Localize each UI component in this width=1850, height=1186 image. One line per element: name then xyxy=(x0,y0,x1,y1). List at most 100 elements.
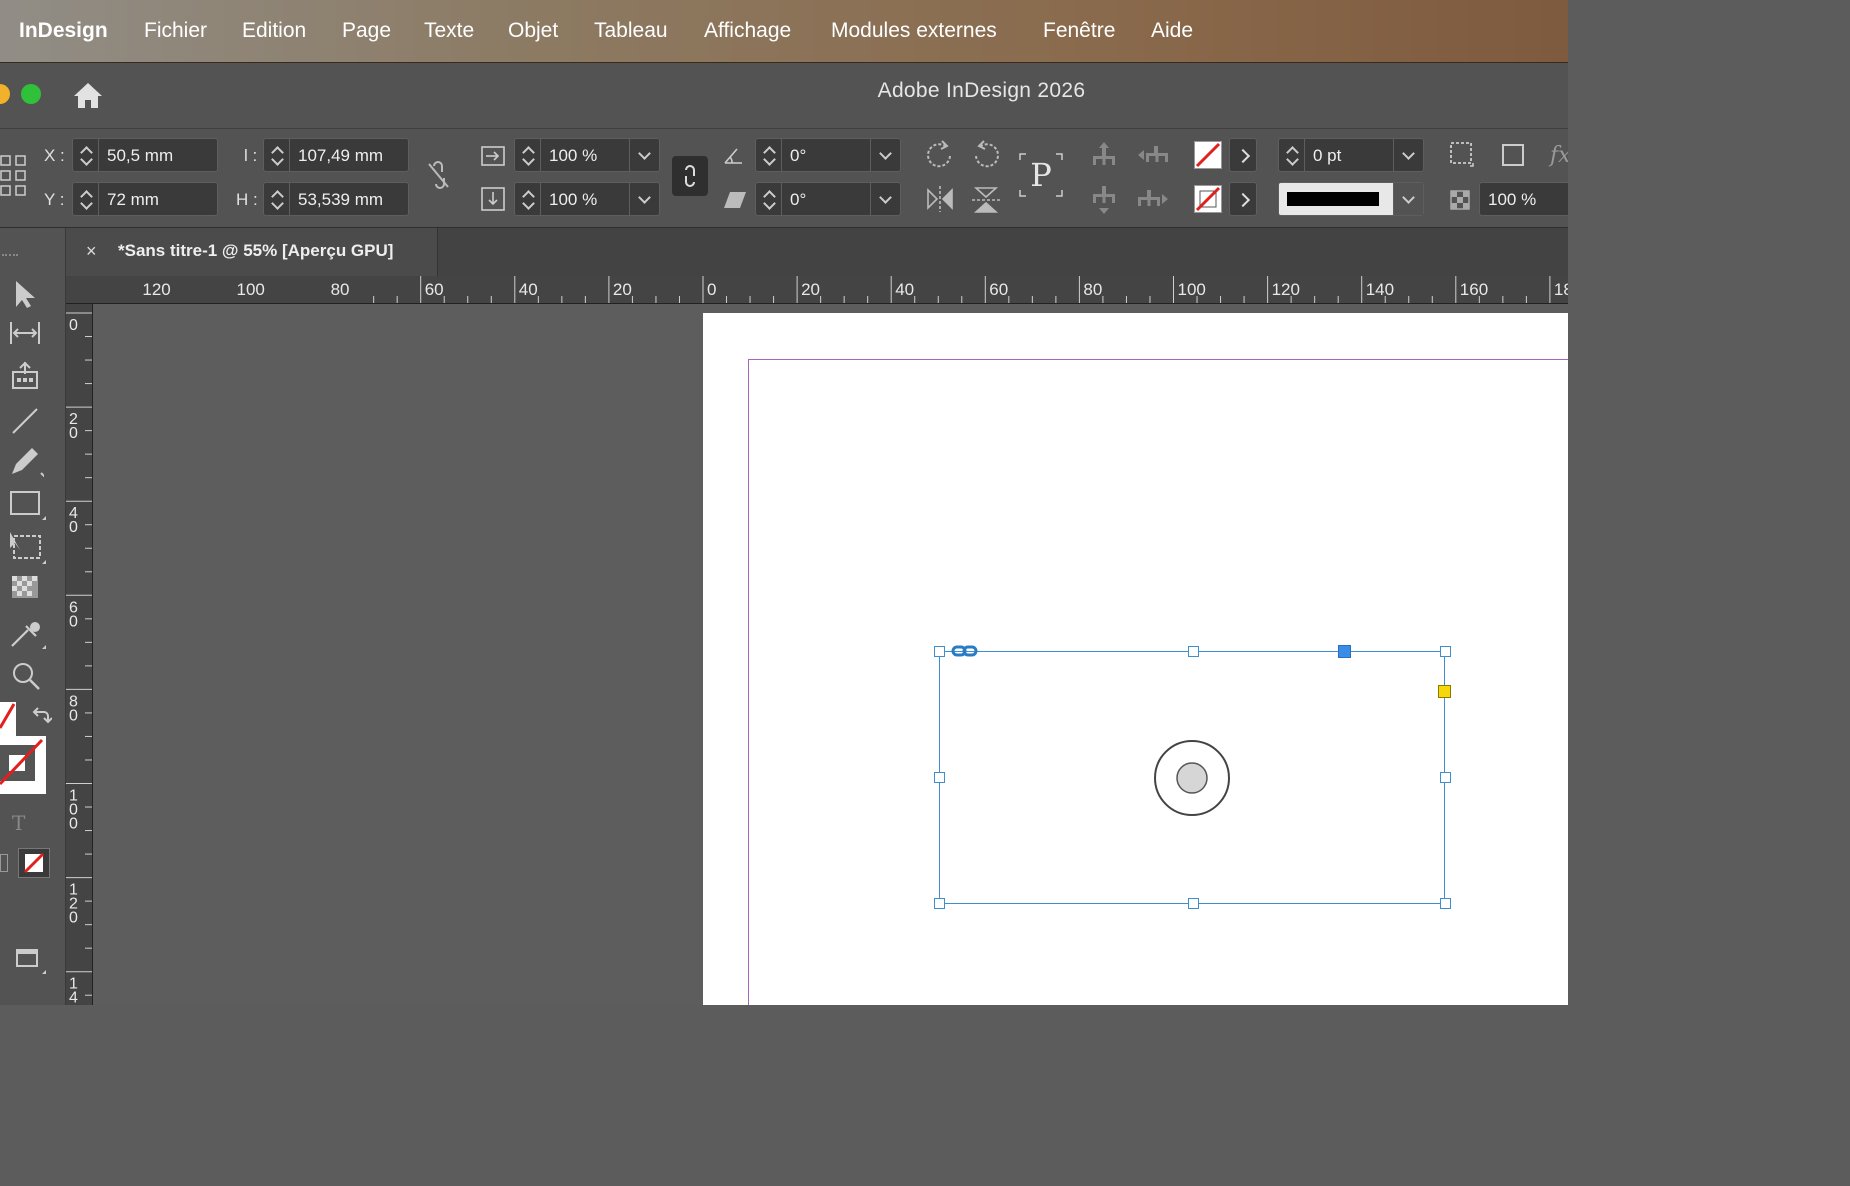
opacity-field[interactable]: 100 % xyxy=(1479,182,1568,216)
scale-y-stepper[interactable] xyxy=(515,183,541,215)
pencil-tool-icon[interactable] xyxy=(8,446,46,485)
handle-bottom-center[interactable] xyxy=(1188,898,1199,909)
reference-point-p-icon[interactable]: P xyxy=(1016,150,1066,205)
handle-bottom-right[interactable] xyxy=(1440,898,1451,909)
formatting-affects-text-icon[interactable]: T xyxy=(10,811,32,839)
scale-x-field[interactable]: 100 % xyxy=(514,138,660,172)
hruler-label: 0 xyxy=(707,280,716,299)
shear-field[interactable]: 0° xyxy=(755,182,901,216)
menu-app-name[interactable]: InDesign xyxy=(19,17,108,45)
select-previous-object-icon[interactable] xyxy=(1136,140,1170,175)
scale-y-dropdown[interactable] xyxy=(629,183,659,215)
stroke-proxy-swatch[interactable] xyxy=(0,736,46,794)
stroke-swatches-button[interactable] xyxy=(1229,182,1257,216)
x-position-field[interactable]: 50,5 mm xyxy=(72,138,218,172)
scale-x-stepper[interactable] xyxy=(515,139,541,171)
effects-fx-icon[interactable]: fx xyxy=(1548,140,1568,175)
shear-stepper[interactable] xyxy=(756,183,782,215)
reference-point-icon[interactable] xyxy=(0,154,30,203)
height-stepper[interactable] xyxy=(264,183,290,215)
handle-middle-left[interactable] xyxy=(934,772,945,783)
stroke-weight-dropdown[interactable] xyxy=(1393,139,1423,171)
handle-middle-right[interactable] xyxy=(1440,772,1451,783)
menu-tableau[interactable]: Tableau xyxy=(594,17,668,45)
frame-fitting-icon[interactable] xyxy=(1448,140,1478,175)
rotation-angle-icon xyxy=(722,143,748,174)
screen-mode-icon[interactable] xyxy=(14,946,48,981)
hruler-label: 80 xyxy=(331,280,350,299)
fill-none-swatch[interactable] xyxy=(1194,141,1222,169)
apply-none-icon[interactable] xyxy=(18,848,50,878)
shear-dropdown[interactable] xyxy=(870,183,900,215)
unlink-icon[interactable] xyxy=(426,160,452,195)
vertical-ruler[interactable]: 02040608010012014 xyxy=(66,304,93,1005)
handle-top-left[interactable] xyxy=(934,646,945,657)
swap-fill-stroke-icon[interactable] xyxy=(30,704,53,731)
live-corner-handle[interactable] xyxy=(1438,685,1451,698)
select-content-icon[interactable] xyxy=(1090,184,1118,221)
hruler-label: 20 xyxy=(613,280,632,299)
toolbox-grip[interactable] xyxy=(2,254,18,260)
width-field[interactable]: 107,49 mm xyxy=(263,138,409,172)
rotation-dropdown[interactable] xyxy=(870,139,900,171)
menu-aide[interactable]: Aide xyxy=(1151,17,1193,45)
stroke-none-swatch[interactable] xyxy=(1194,185,1222,213)
menu-bar: InDesign Fichier Edition Page Texte Obje… xyxy=(0,0,1568,63)
handle-top-center[interactable] xyxy=(1188,646,1199,657)
close-tab-button[interactable]: × xyxy=(86,241,97,261)
handle-top-right[interactable] xyxy=(1440,646,1451,657)
horizontal-ruler[interactable]: 120 100 80 60 40 20 0 20 40 60 80 100 120 140 160 18 xyxy=(66,276,1568,304)
width-stepper[interactable] xyxy=(264,139,290,171)
scale-y-field[interactable]: 100 % xyxy=(514,182,660,216)
gradient-swatch-tool-icon[interactable] xyxy=(10,574,40,605)
link-badge-icon[interactable] xyxy=(951,643,979,664)
auto-fit-handle[interactable] xyxy=(1338,645,1351,658)
rotate-counterclockwise-icon[interactable] xyxy=(970,138,1002,177)
handle-bottom-left[interactable] xyxy=(934,898,945,909)
flip-vertical-icon[interactable] xyxy=(970,184,1002,221)
free-transform-tool-icon[interactable] xyxy=(8,530,48,571)
line-tool-icon[interactable] xyxy=(10,406,40,441)
scale-x-dropdown[interactable] xyxy=(629,139,659,171)
content-grabber-icon[interactable] xyxy=(1153,739,1231,822)
rotation-stepper[interactable] xyxy=(756,139,782,171)
menu-texte[interactable]: Texte xyxy=(424,17,474,45)
select-container-icon[interactable] xyxy=(1090,140,1118,175)
rotate-clockwise-icon[interactable] xyxy=(924,138,956,177)
gap-tool-icon[interactable] xyxy=(8,320,42,351)
selection-tool-icon[interactable] xyxy=(10,278,40,315)
y-value: 72 mm xyxy=(107,190,159,209)
stroke-weight-field[interactable]: 0 pt xyxy=(1278,138,1424,172)
stroke-type-select[interactable] xyxy=(1278,182,1424,216)
menu-fichier[interactable]: Fichier xyxy=(144,17,207,45)
constrain-proportions-icon[interactable] xyxy=(672,156,708,196)
hruler-label: 100 xyxy=(237,280,265,299)
apply-color-icon[interactable] xyxy=(0,854,8,872)
content-collector-tool-icon[interactable] xyxy=(10,360,40,397)
menu-page[interactable]: Page xyxy=(342,17,391,45)
rotation-field[interactable]: 0° xyxy=(755,138,901,172)
menu-fenetre[interactable]: Fenêtre xyxy=(1043,17,1115,45)
stroke-weight-value: 0 pt xyxy=(1313,146,1342,165)
flip-horizontal-icon[interactable] xyxy=(924,184,956,219)
menu-affichage[interactable]: Affichage xyxy=(704,17,791,45)
stroke-weight-stepper[interactable] xyxy=(1279,139,1305,171)
menu-modules-externes[interactable]: Modules externes xyxy=(831,17,997,45)
height-field[interactable]: 53,539 mm xyxy=(263,182,409,216)
document-tab[interactable]: × *Sans titre-1 @ 55% [Aperçu GPU] xyxy=(66,228,438,276)
eyedropper-tool-icon[interactable] xyxy=(8,616,48,657)
stroke-type-dropdown[interactable] xyxy=(1393,183,1423,215)
hruler-label: 80 xyxy=(1083,280,1102,299)
y-position-field[interactable]: 72 mm xyxy=(72,182,218,216)
fill-swatches-button[interactable] xyxy=(1229,138,1257,172)
zoom-tool-icon[interactable] xyxy=(10,660,42,697)
menu-objet[interactable]: Objet xyxy=(508,17,558,45)
menu-edition[interactable]: Edition xyxy=(242,17,306,45)
x-stepper[interactable] xyxy=(73,139,99,171)
frame-shape-icon[interactable] xyxy=(1498,140,1528,175)
width-value: 107,49 mm xyxy=(298,146,384,165)
rectangle-tool-icon[interactable] xyxy=(8,488,48,527)
select-next-object-icon[interactable] xyxy=(1136,184,1170,219)
fill-proxy-swatch[interactable] xyxy=(0,702,16,738)
y-stepper[interactable] xyxy=(73,183,99,215)
